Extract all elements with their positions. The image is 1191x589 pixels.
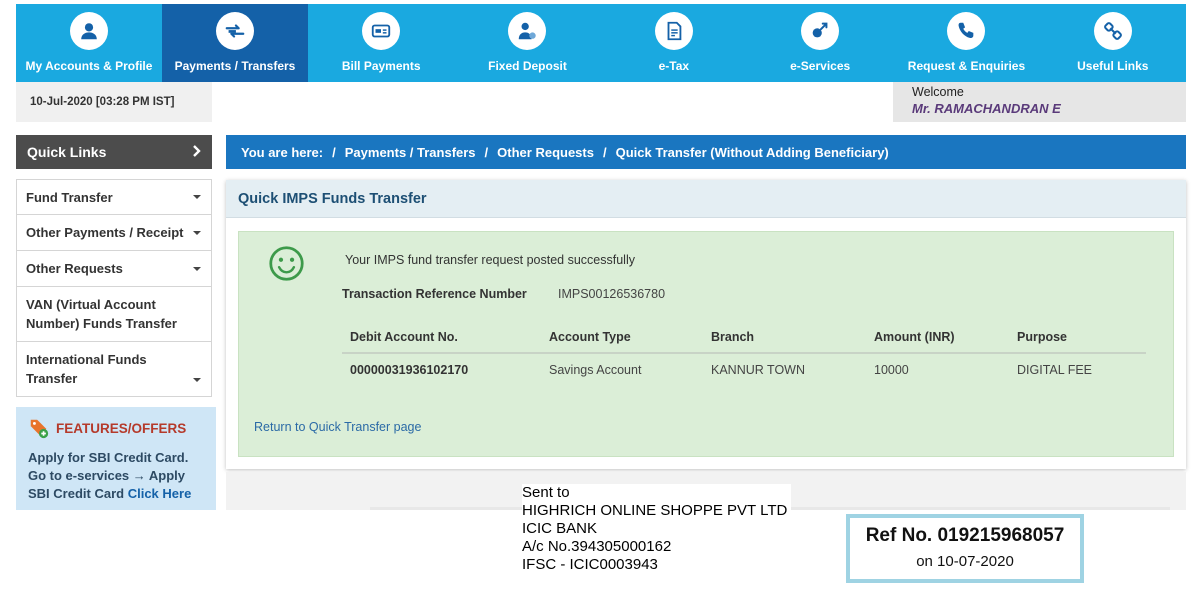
sidebar-item-label: VAN (Virtual Account Number) Funds Trans… [26, 297, 177, 331]
col-amount: Amount (INR) [866, 321, 1009, 354]
nav-request-enquiries[interactable]: Request & Enquiries [893, 4, 1039, 82]
sidebar-item-label: Other Payments / Receipt [26, 225, 184, 240]
sidebar-item-label: Fund Transfer [26, 189, 113, 205]
table-header-row: Debit Account No. Account Type Branch Am… [342, 321, 1146, 354]
col-debit-account: Debit Account No. [342, 321, 541, 354]
success-message: Your IMPS fund transfer request posted s… [345, 253, 635, 267]
phone-icon [947, 12, 986, 50]
caret-down-icon [193, 378, 201, 382]
breadcrumb-item[interactable]: Other Requests [497, 145, 594, 160]
reference-date: on 10-07-2020 [916, 553, 1014, 570]
nav-e-services[interactable]: e-Services [747, 4, 893, 82]
transfer-panel: Quick IMPS Funds Transfer Your IMPS fund… [226, 180, 1186, 469]
success-box: Your IMPS fund transfer request posted s… [238, 231, 1174, 457]
col-branch: Branch [703, 321, 866, 354]
transfer-icon [216, 12, 254, 50]
return-quick-transfer-link[interactable]: Return to Quick Transfer page [254, 420, 421, 434]
txn-ref-value: IMPS00126536780 [558, 287, 666, 301]
table-row: 00000031936102170 Savings Account KANNUR… [342, 353, 1146, 386]
reference-number: Ref No. 019215968057 [865, 525, 1065, 546]
nav-label: Useful Links [1077, 59, 1149, 73]
panel-title: Quick IMPS Funds Transfer [226, 180, 1186, 218]
sent-to-line: ICIC BANK [522, 520, 598, 537]
nav-useful-links[interactable]: Useful Links [1040, 4, 1186, 82]
welcome-box: Welcome Mr. RAMACHANDRAN E [893, 82, 1186, 122]
breadcrumb-prefix: You are here: [241, 144, 324, 160]
nav-label: Request & Enquiries [907, 59, 1026, 73]
nav-label: Fixed Deposit [488, 59, 567, 73]
nav-bill-payments[interactable]: Bill Payments [308, 4, 454, 82]
breadcrumb-item[interactable]: Payments / Transfers [345, 145, 476, 160]
caret-down-icon [193, 195, 201, 199]
cell-debit-account: 00000031936102170 [350, 363, 469, 377]
col-purpose: Purpose [1009, 321, 1146, 354]
nav-my-accounts[interactable]: My Accounts & Profile [16, 4, 162, 82]
click-here-link[interactable]: Click Here [128, 486, 192, 501]
breadcrumb-item[interactable]: Quick Transfer (Without Adding Beneficia… [616, 145, 889, 160]
cell-amount: 10000 [874, 363, 909, 377]
sidebar-item-fund-transfer[interactable]: Fund Transfer [16, 179, 212, 215]
reference-box: Ref No. 019215968057 on 10-07-2020 [846, 514, 1084, 583]
col-account-type: Account Type [541, 321, 703, 354]
cell-purpose: DIGITAL FEE [1017, 363, 1093, 377]
cell-branch: KANNUR TOWN [711, 363, 805, 377]
nav-payments-transfers[interactable]: Payments / Transfers [162, 4, 308, 82]
user-name: Mr. RAMACHANDRAN E [912, 101, 1061, 116]
main-nav: My Accounts & Profile Payments / Transfe… [16, 4, 1186, 82]
caret-down-icon [193, 230, 201, 235]
sidebar-item-label: Other Requests [26, 261, 123, 276]
links-icon [1093, 12, 1132, 50]
txn-ref-label: Transaction Reference Number [342, 287, 527, 301]
quick-links-label: Quick Links [27, 144, 107, 160]
deposit-icon [508, 12, 547, 50]
nav-e-tax[interactable]: e-Tax [601, 4, 747, 82]
sent-to-line: HIGHRICH ONLINE SHOPPE PVT LTD [522, 502, 788, 519]
nav-label: My Accounts & Profile [25, 59, 153, 73]
tax-icon [654, 12, 693, 50]
bill-icon [362, 12, 401, 50]
cell-account-type: Savings Account [549, 363, 642, 377]
sidebar-menu: Fund Transfer Other Payments / Receipt O… [16, 179, 212, 397]
features-offers-box: FEATURES/OFFERS Apply for SBI Credit Car… [16, 407, 216, 510]
tag-icon [30, 419, 49, 439]
quick-links-header[interactable]: Quick Links [16, 135, 212, 169]
user-icon [70, 12, 108, 50]
sent-to-line: IFSC - ICIC0003943 [522, 556, 658, 573]
nav-label: Payments / Transfers [174, 59, 296, 73]
nav-label: e-Services [790, 59, 851, 73]
features-title-text: FEATURES/OFFERS [56, 420, 187, 436]
sidebar-item-other-payments[interactable]: Other Payments / Receipt [16, 215, 212, 251]
date-time: 10-Jul-2020 [03:28 PM IST] [16, 82, 212, 122]
welcome-label: Welcome [912, 85, 964, 99]
sent-to-line: Sent to [522, 484, 570, 501]
nav-fixed-deposit[interactable]: Fixed Deposit [454, 4, 600, 82]
caret-down-icon [193, 266, 201, 271]
sent-to-block: Sent to HIGHRICH ONLINE SHOPPE PVT LTD I… [522, 484, 792, 574]
nav-label: Bill Payments [341, 59, 421, 73]
features-title: FEATURES/OFFERS [28, 417, 204, 439]
services-icon [801, 12, 840, 50]
sidebar-item-label: International Funds Transfer [26, 352, 147, 386]
nav-label: e-Tax [658, 59, 690, 73]
sidebar-item-international-transfer[interactable]: International Funds Transfer [16, 342, 212, 397]
transfer-details-table: Debit Account No. Account Type Branch Am… [342, 321, 1146, 386]
sidebar-item-other-requests[interactable]: Other Requests [16, 251, 212, 287]
sent-to-line: A/c No.394305000162 [522, 538, 672, 555]
chevron-right-icon [193, 145, 201, 157]
breadcrumb: You are here: / Payments / Transfers / O… [226, 135, 1186, 169]
sidebar-item-van-transfer[interactable]: VAN (Virtual Account Number) Funds Trans… [16, 287, 212, 342]
smiley-icon [269, 246, 304, 281]
features-text: Apply for SBI Credit Card. Go to e-servi… [28, 449, 204, 503]
